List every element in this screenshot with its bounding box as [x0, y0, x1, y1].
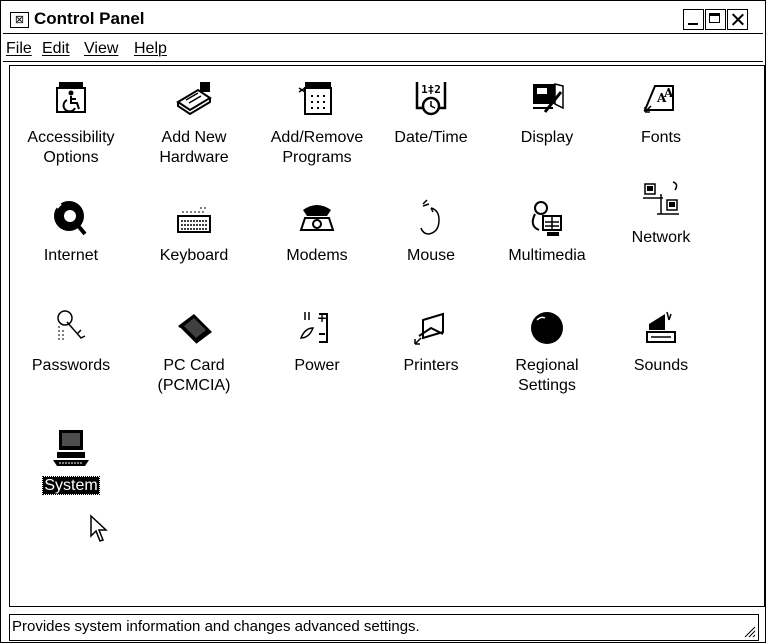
menu-help[interactable]: Help [134, 40, 167, 58]
keyboard-icon [177, 207, 211, 233]
status-bar: Provides system information and changes … [9, 614, 759, 641]
item-passwords[interactable]: Passwords [12, 306, 130, 376]
svg-text:1‡2: 1‡2 [421, 83, 441, 96]
svg-text:A: A [663, 86, 674, 100]
system-icon [53, 430, 89, 466]
resize-grip-icon[interactable] [742, 624, 756, 638]
pc-card-icon [178, 314, 212, 345]
item-label: Accessibility Options [27, 129, 115, 166]
multimedia-icon [531, 201, 562, 236]
item-label: Power [294, 357, 340, 374]
item-modems[interactable]: Modems [258, 196, 376, 266]
item-label: Internet [43, 247, 99, 264]
title-bar[interactable]: ⊠ Control Panel [3, 3, 763, 34]
item-add-remove-programs[interactable]: Add/Remove Programs [258, 78, 376, 168]
item-label: Date/Time [394, 129, 468, 146]
item-power[interactable]: + Power [258, 306, 376, 376]
item-internet[interactable]: Internet [12, 196, 130, 266]
item-label: Fonts [640, 129, 681, 146]
internet-icon [54, 201, 87, 236]
passwords-icon [57, 310, 86, 342]
item-display[interactable]: Display [488, 78, 606, 148]
icon-view: Accessibility Options Add New Hardware A… [9, 65, 765, 607]
item-accessibility-options[interactable]: Accessibility Options [12, 78, 130, 168]
add-new-hardware-icon [176, 82, 212, 116]
item-label: Keyboard [159, 247, 229, 264]
maximize-button[interactable] [705, 9, 726, 30]
item-label: Modems [286, 247, 348, 264]
printers-icon [414, 312, 444, 345]
menu-bar: File Edit View Help [3, 35, 763, 62]
item-keyboard[interactable]: Keyboard [135, 196, 253, 266]
item-printers[interactable]: Printers [372, 306, 490, 376]
item-label: System [42, 476, 100, 495]
menu-view[interactable]: View [84, 40, 118, 58]
mouse-icon [420, 199, 440, 235]
item-label: Add New Hardware [159, 129, 229, 166]
item-label: Multimedia [508, 247, 586, 264]
accessibility-icon [56, 82, 86, 113]
status-text: Provides system information and changes … [12, 618, 420, 635]
system-menu-icon[interactable]: ⊠ [10, 12, 29, 28]
item-regional-settings[interactable]: Regional Settings [488, 306, 606, 396]
minimize-button[interactable] [683, 9, 704, 30]
modems-icon [299, 205, 335, 231]
item-mouse[interactable]: Mouse [372, 196, 490, 266]
close-button[interactable] [727, 9, 748, 30]
svg-text:+: + [317, 311, 327, 325]
item-label: Mouse [406, 247, 456, 264]
menu-edit[interactable]: Edit [42, 40, 70, 58]
control-panel-window: ⊠ Control Panel File Edit View Help Acce… [0, 0, 766, 643]
window-title: Control Panel [34, 9, 145, 28]
network-icon [643, 181, 679, 215]
fonts-icon: A A [643, 85, 674, 113]
item-date-time[interactable]: 1‡2 Date/Time [372, 78, 490, 148]
regional-settings-icon [531, 312, 563, 344]
item-pc-card[interactable]: PC Card (PCMCIA) [135, 306, 253, 396]
item-sounds[interactable]: Sounds [602, 306, 720, 376]
item-label: Network [631, 229, 691, 246]
menu-file[interactable]: File [6, 40, 32, 58]
add-remove-programs-icon [298, 82, 332, 115]
item-add-new-hardware[interactable]: Add New Hardware [135, 78, 253, 168]
item-label: Printers [403, 357, 459, 374]
display-icon [533, 83, 564, 113]
item-system[interactable]: System [12, 426, 130, 496]
item-label: Display [520, 129, 574, 146]
item-label: Add/Remove Programs [270, 129, 364, 166]
mouse-pointer-icon [90, 514, 108, 542]
item-fonts[interactable]: A A Fonts [602, 78, 720, 148]
item-label: Passwords [31, 357, 111, 374]
item-multimedia[interactable]: Multimedia [488, 196, 606, 266]
item-label: Regional Settings [515, 357, 579, 394]
sounds-icon [646, 311, 676, 343]
date-time-icon: 1‡2 [415, 82, 447, 116]
item-network[interactable]: Network [602, 178, 720, 248]
item-label: PC Card (PCMCIA) [157, 357, 231, 394]
power-icon: + [299, 311, 328, 343]
item-label: Sounds [633, 357, 689, 374]
